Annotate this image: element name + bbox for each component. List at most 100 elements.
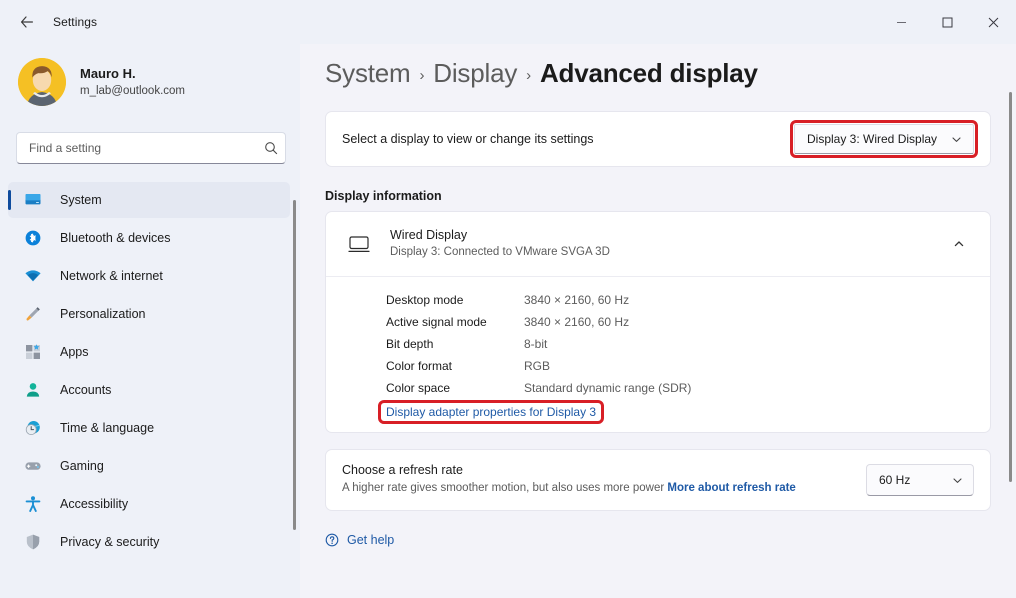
display-information-rows: Desktop mode 3840 × 2160, 60 Hz Active s…: [326, 277, 990, 432]
bluetooth-icon: [22, 227, 44, 249]
avatar: [18, 58, 66, 106]
info-row: Color format RGB: [326, 355, 990, 377]
info-key: Desktop mode: [386, 293, 464, 307]
more-about-refresh-rate-link[interactable]: More about refresh rate: [667, 482, 795, 494]
info-value: 8-bit: [524, 337, 548, 351]
sidebar-item-system[interactable]: System: [8, 182, 290, 218]
info-value: Standard dynamic range (SDR): [524, 381, 692, 395]
accessibility-icon: [22, 493, 44, 515]
info-row: Desktop mode 3840 × 2160, 60 Hz: [326, 289, 990, 311]
sidebar-item-gaming[interactable]: Gaming: [8, 448, 290, 484]
sidebar-item-time-language[interactable]: Time & language: [8, 410, 290, 446]
sidebar-scrollbar[interactable]: [293, 200, 296, 596]
breadcrumb-display[interactable]: Display: [433, 58, 517, 89]
sidebar-item-bluetooth-devices[interactable]: Bluetooth & devices: [8, 220, 290, 256]
sidebar-item-label: Apps: [60, 345, 89, 359]
content-scrollbar-thumb[interactable]: [1009, 92, 1012, 482]
sidebar-item-label: Privacy & security: [60, 535, 160, 549]
refresh-rate-card: Choose a refresh rate A higher rate give…: [325, 449, 991, 511]
refresh-rate-dropdown[interactable]: 60 Hz: [866, 464, 974, 496]
account-name: Mauro H.: [80, 65, 136, 81]
refresh-rate-description: A higher rate gives smoother motion, but…: [342, 482, 665, 495]
info-key: Color format: [386, 359, 453, 373]
display-name: Wired Display: [390, 228, 468, 243]
minimize-button[interactable]: [878, 0, 924, 44]
back-arrow-icon: [21, 16, 33, 28]
display-select-dropdown[interactable]: Display 3: Wired Display: [790, 120, 978, 158]
chevron-up-icon[interactable]: [944, 229, 974, 259]
account-block[interactable]: Mauro H. m_lab@outlook.com: [0, 44, 300, 106]
breadcrumb-separator-icon: ›: [526, 67, 531, 84]
breadcrumb-system[interactable]: System: [325, 58, 411, 89]
get-help-link[interactable]: Get help: [325, 533, 1016, 547]
refresh-rate-value: 60 Hz: [879, 473, 911, 487]
monitor-icon: [344, 229, 374, 259]
apps-icon: [22, 341, 44, 363]
clock-globe-icon: [22, 417, 44, 439]
select-display-label: Select a display to view or change its s…: [342, 132, 594, 146]
account-email: m_lab@outlook.com: [80, 84, 185, 97]
maximize-button[interactable]: [924, 0, 970, 44]
display-information-card: Wired Display Display 3: Connected to VM…: [325, 211, 991, 433]
sidebar-item-accounts[interactable]: Accounts: [8, 372, 290, 408]
title-bar: Settings: [0, 0, 1016, 44]
sidebar-item-label: System: [60, 193, 102, 207]
content-scrollbar[interactable]: [1009, 92, 1012, 592]
sidebar-item-label: Time & language: [60, 421, 155, 435]
sidebar-item-label: Accessibility: [60, 497, 129, 511]
window-title: Settings: [53, 15, 98, 29]
sidebar-item-apps[interactable]: Apps: [8, 334, 290, 370]
sidebar-item-label: Gaming: [60, 459, 104, 473]
help-icon: [325, 533, 339, 547]
settings-window: Settings Mauro H. m_lab@outlook.com Find…: [0, 0, 1016, 598]
select-display-card: Select a display to view or change its s…: [325, 111, 991, 167]
close-icon: [988, 17, 998, 27]
sidebar-item-personalization[interactable]: Personalization: [8, 296, 290, 332]
display-information-header-text: Wired Display Display 3: Connected to VM…: [390, 227, 610, 260]
info-row: Active signal mode 3840 × 2160, 60 Hz: [326, 311, 990, 333]
display-information-header[interactable]: Wired Display Display 3: Connected to VM…: [326, 212, 990, 276]
maximize-icon: [942, 17, 952, 27]
refresh-rate-title: Choose a refresh rate: [342, 463, 463, 478]
info-key: Color space: [386, 381, 451, 395]
info-value: 3840 × 2160, 60 Hz: [524, 293, 630, 307]
sidebar-scrollbar-thumb[interactable]: [293, 200, 296, 530]
back-button[interactable]: [10, 7, 44, 37]
display-adapter-properties-link[interactable]: Display adapter properties for Display 3: [377, 400, 605, 424]
sidebar-item-label: Bluetooth & devices: [60, 231, 171, 245]
chevron-down-icon: [951, 134, 962, 145]
close-button[interactable]: [970, 0, 1016, 44]
info-value: 3840 × 2160, 60 Hz: [524, 315, 630, 329]
display-select-value: Display 3: Wired Display: [807, 132, 938, 146]
chevron-down-icon: [952, 475, 963, 486]
sidebar-item-label: Personalization: [60, 307, 146, 321]
info-key: Bit depth: [386, 337, 434, 351]
person-icon: [22, 379, 44, 401]
adapter-link-row: Display adapter properties for Display 3: [326, 400, 990, 424]
main-content: System › Display › Advanced display Sele…: [300, 44, 1016, 598]
breadcrumb: System › Display › Advanced display: [300, 44, 1016, 89]
search-box[interactable]: [16, 132, 286, 164]
paintbrush-icon: [22, 303, 44, 325]
search-input[interactable]: [17, 133, 257, 163]
get-help-label: Get help: [347, 533, 395, 547]
account-text: Mauro H. m_lab@outlook.com: [80, 66, 185, 99]
refresh-rate-description-wrap: A higher rate gives smoother motion, but…: [342, 480, 796, 497]
sidebar-item-accessibility[interactable]: Accessibility: [8, 486, 290, 522]
refresh-rate-text: Choose a refresh rate A higher rate give…: [342, 463, 796, 497]
window-controls: [878, 0, 1016, 44]
sidebar: Mauro H. m_lab@outlook.com Find a settin…: [0, 44, 300, 598]
wifi-icon: [22, 265, 44, 287]
sidebar-item-label: Network & internet: [60, 269, 163, 283]
sidebar-item-privacy-security[interactable]: Privacy & security: [8, 524, 290, 560]
info-row: Bit depth 8-bit: [326, 333, 990, 355]
sidebar-item-network-internet[interactable]: Network & internet: [8, 258, 290, 294]
sidebar-nav: System Bluetooth & devices Network & int…: [0, 182, 300, 562]
gamepad-icon: [22, 455, 44, 477]
monitor-icon: [22, 189, 44, 211]
shield-icon: [22, 531, 44, 553]
info-row: Color space Standard dynamic range (SDR): [326, 377, 990, 399]
search-icon[interactable]: [257, 141, 285, 155]
display-information-title: Display information: [325, 189, 442, 203]
breadcrumb-separator-icon: ›: [419, 67, 425, 84]
